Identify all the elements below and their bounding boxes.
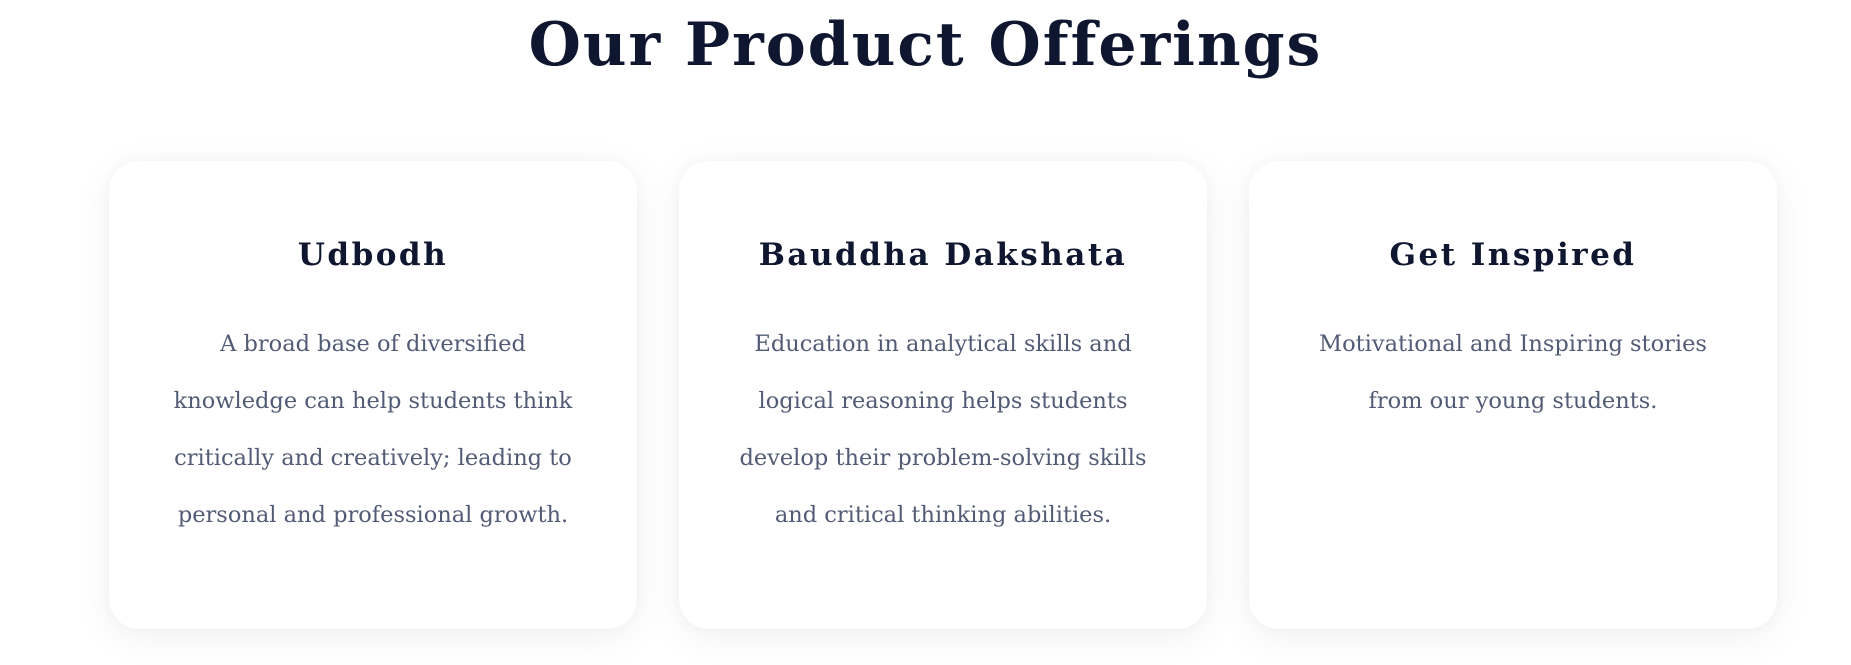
product-card-get-inspired[interactable]: Get Inspired Motivational and Inspiring … [1249, 161, 1777, 629]
card-title: Get Inspired [1389, 237, 1637, 273]
product-card-udbodh[interactable]: Udbodh A broad base of diversified knowl… [109, 161, 637, 629]
product-card-bauddha-dakshata[interactable]: Bauddha Dakshata Education in analytical… [679, 161, 1207, 629]
description-line: knowledge can help students think [173, 388, 573, 414]
description-line: logical reasoning helps students [758, 388, 1128, 414]
card-description: Education in analytical skills and logic… [699, 316, 1187, 544]
description-line: Education in analytical skills and [754, 331, 1132, 357]
description-line: and critical thinking abilities. [774, 502, 1112, 528]
description-line: critically and creatively; leading to [174, 445, 572, 471]
description-line: personal and professional growth. [177, 502, 569, 528]
card-description: Motivational and Inspiring stories from … [1269, 316, 1757, 430]
description-line: develop their problem-solving skills [739, 445, 1147, 471]
page-title: Our Product Offerings [528, 10, 1323, 80]
description-line: from our young students. [1368, 388, 1658, 414]
description-line: A broad base of diversified [220, 331, 526, 357]
card-description: A broad base of diversified knowledge ca… [129, 316, 617, 544]
card-title: Udbodh [297, 237, 449, 273]
card-title: Bauddha Dakshata [758, 237, 1128, 273]
description-line: Motivational and Inspiring stories [1319, 331, 1707, 357]
